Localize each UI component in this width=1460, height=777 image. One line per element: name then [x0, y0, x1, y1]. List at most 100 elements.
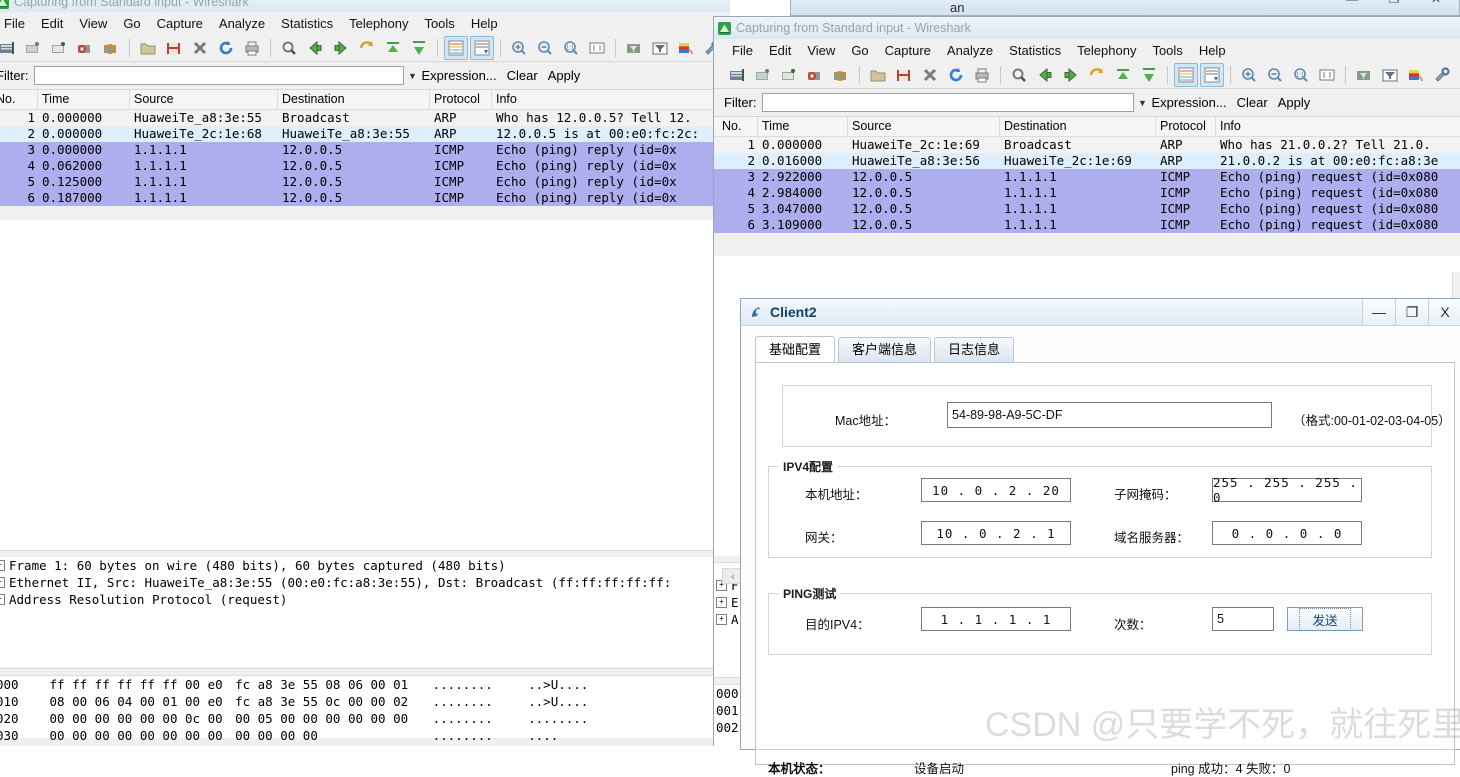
close-button[interactable]: X — [1428, 299, 1460, 325]
column-header-source[interactable]: Source — [130, 90, 278, 109]
resize-columns-icon[interactable] — [1315, 63, 1339, 87]
column-header-no[interactable]: No. — [714, 117, 758, 136]
wireshark2-toolbar[interactable]: 1:1 — [714, 61, 1460, 89]
zoom-normal-icon[interactable]: 1:1 — [559, 36, 583, 60]
local-address-input[interactable]: 10 . 0 . 2 . 20 — [921, 478, 1071, 502]
menu-go[interactable]: Go — [115, 14, 148, 33]
go-back-icon[interactable] — [303, 36, 327, 60]
client2-tabstrip[interactable]: 基础配置 客户端信息 日志信息 — [741, 336, 1460, 362]
zoom-in-icon[interactable] — [1237, 63, 1261, 87]
wireshark1-titlebar[interactable]: Capturing from Standard input - Wireshar… — [0, 0, 730, 12]
send-button[interactable]: 发送 — [1287, 607, 1363, 631]
table-row[interactable]: 2 0.000000 HuaweiTe_2c:1e:68 HuaweiTe_a8… — [0, 126, 730, 142]
table-row[interactable]: 4 2.984000 12.0.0.5 1.1.1.1 ICMP Echo (p… — [714, 185, 1460, 201]
client2-window-controls[interactable]: — ❐ X — [1362, 299, 1460, 325]
print-icon[interactable] — [240, 36, 264, 60]
detail-row[interactable]: + Frame 1: 60 bytes on wire (480 bits), … — [0, 557, 730, 574]
reload-file-icon[interactable] — [214, 36, 238, 60]
menu-edit[interactable]: Edit — [761, 41, 799, 60]
pane-splitter-2[interactable] — [0, 668, 730, 676]
table-row[interactable]: 5 0.125000 1.1.1.1 12.0.0.5 ICMP Echo (p… — [0, 174, 730, 190]
display-filters-icon[interactable] — [648, 36, 672, 60]
menu-view[interactable]: View — [71, 14, 115, 33]
menu-file[interactable]: File — [724, 41, 761, 60]
menu-tools[interactable]: Tools — [416, 14, 462, 33]
tab-basic-config[interactable]: 基础配置 — [755, 336, 835, 362]
subnet-mask-input[interactable]: 255 . 255 . 255 . 0 — [1212, 478, 1362, 502]
table-row[interactable]: 6 0.187000 1.1.1.1 12.0.0.5 ICMP Echo (p… — [0, 190, 730, 206]
column-header-info[interactable]: Info — [492, 90, 730, 109]
list-interfaces-icon[interactable] — [0, 36, 19, 60]
menu-capture[interactable]: Capture — [149, 14, 211, 33]
go-back-icon[interactable] — [1033, 63, 1057, 87]
filter-chevron-down-icon[interactable]: ▼ — [404, 71, 422, 81]
auto-scroll-icon[interactable] — [470, 36, 494, 60]
expand-icon[interactable]: + — [0, 577, 5, 588]
start-capture-icon[interactable] — [777, 63, 801, 87]
column-header-info[interactable]: Info — [1216, 117, 1460, 136]
column-header-no[interactable]: No. — [0, 90, 38, 109]
column-header-time[interactable]: Time — [758, 117, 848, 136]
go-first-packet-icon[interactable] — [381, 36, 405, 60]
menu-telephony[interactable]: Telephony — [1069, 41, 1144, 60]
table-row[interactable]: 5 3.047000 12.0.0.5 1.1.1.1 ICMP Echo (p… — [714, 201, 1460, 217]
menu-telephony[interactable]: Telephony — [341, 14, 416, 33]
table-row[interactable]: 3 2.922000 12.0.0.5 1.1.1.1 ICMP Echo (p… — [714, 169, 1460, 185]
background-close-button[interactable]: ✕ — [1415, 0, 1457, 7]
preferences-icon[interactable] — [1430, 63, 1454, 87]
save-file-icon[interactable] — [162, 36, 186, 60]
column-header-destination[interactable]: Destination — [1000, 117, 1156, 136]
background-window[interactable]: — ❐ ✕ — [790, 0, 1460, 16]
filter-apply-button[interactable]: Apply — [1278, 95, 1311, 110]
display-filters-icon[interactable] — [1378, 63, 1402, 87]
colorize-icon[interactable] — [444, 36, 468, 60]
list-interfaces-icon[interactable] — [725, 63, 749, 87]
menu-analyze[interactable]: Analyze — [939, 41, 1001, 60]
coloring-rules-icon[interactable] — [1404, 63, 1428, 87]
save-file-icon[interactable] — [892, 63, 916, 87]
close-file-icon[interactable] — [188, 36, 212, 60]
wireshark1-filter-bar[interactable]: Filter: ▼ Expression... Clear Apply — [0, 62, 730, 90]
go-forward-icon[interactable] — [1059, 63, 1083, 87]
packet-list-empty-area[interactable] — [0, 220, 730, 553]
stop-capture-icon[interactable] — [73, 36, 97, 60]
go-to-packet-icon[interactable] — [1085, 63, 1109, 87]
zoom-normal-icon[interactable]: 1:1 — [1289, 63, 1313, 87]
restart-capture-icon[interactable] — [99, 36, 123, 60]
expand-icon[interactable]: + — [716, 597, 727, 608]
go-last-packet-icon[interactable] — [1137, 63, 1161, 87]
menu-statistics[interactable]: Statistics — [273, 14, 341, 33]
menu-tools[interactable]: Tools — [1144, 41, 1190, 60]
filter-clear-button[interactable]: Clear — [507, 68, 538, 83]
ping-target-input[interactable]: 1 . 1 . 1 . 1 — [921, 607, 1071, 631]
start-capture-icon[interactable] — [47, 36, 71, 60]
capture-options-icon[interactable] — [751, 63, 775, 87]
table-row[interactable]: 3 0.000000 1.1.1.1 12.0.0.5 ICMP Echo (p… — [0, 142, 730, 158]
background-maximize-button[interactable]: ❐ — [1373, 0, 1415, 7]
column-header-source[interactable]: Source — [848, 117, 1000, 136]
wireshark2-menubar[interactable]: File Edit View Go Capture Analyze Statis… — [714, 39, 1460, 61]
column-header-time[interactable]: Time — [38, 90, 130, 109]
mac-address-input[interactable]: 54-89-98-A9-5C-DF — [947, 402, 1272, 428]
gateway-input[interactable]: 10 . 0 . 2 . 1 — [921, 521, 1071, 545]
column-header-destination[interactable]: Destination — [278, 90, 430, 109]
table-row[interactable]: 4 0.062000 1.1.1.1 12.0.0.5 ICMP Echo (p… — [0, 158, 730, 174]
reload-file-icon[interactable] — [944, 63, 968, 87]
column-header-protocol[interactable]: Protocol — [1156, 117, 1216, 136]
menu-help[interactable]: Help — [1191, 41, 1234, 60]
auto-scroll-icon[interactable] — [1200, 63, 1224, 87]
go-forward-icon[interactable] — [329, 36, 353, 60]
expand-icon[interactable]: + — [0, 594, 5, 605]
dns-server-input[interactable]: 0 . 0 . 0 . 0 — [1212, 521, 1362, 545]
stop-capture-icon[interactable] — [803, 63, 827, 87]
menu-go[interactable]: Go — [843, 41, 876, 60]
table-row[interactable]: 2 0.016000 HuaweiTe_a8:3e:56 HuaweiTe_2c… — [714, 153, 1460, 169]
zoom-out-icon[interactable] — [533, 36, 557, 60]
packet-list-header[interactable]: No. Time Source Destination Protocol Inf… — [0, 90, 730, 110]
go-last-packet-icon[interactable] — [407, 36, 431, 60]
wireshark1-toolbar[interactable]: 1:1 — [0, 34, 730, 62]
find-packet-icon[interactable] — [1007, 63, 1031, 87]
filter-apply-button[interactable]: Apply — [548, 68, 581, 83]
client2-window[interactable]: Client2 — ❐ X 基础配置 客户端信息 日志信息 Mac地址： 54-… — [740, 298, 1460, 750]
filter-expression-button[interactable]: Expression... — [1152, 95, 1227, 110]
